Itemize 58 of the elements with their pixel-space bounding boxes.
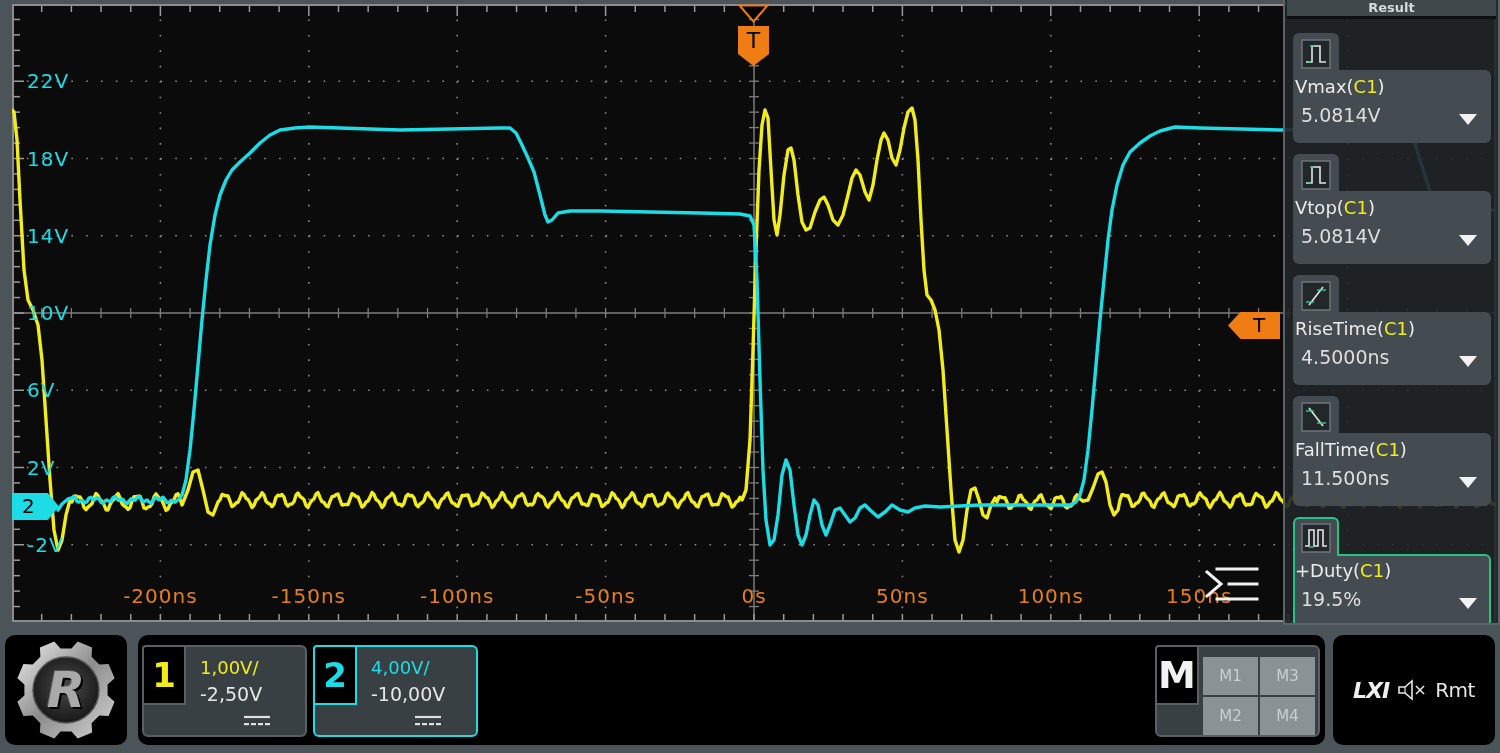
channel-marker: 2 [12, 493, 59, 520]
measurement-name: +Duty(C1) [1295, 559, 1393, 583]
measurement-name: Vmax(C1) [1295, 75, 1386, 99]
measurement-tab[interactable] [1293, 396, 1339, 435]
measurement-tab[interactable] [1293, 517, 1339, 556]
time-label: -200ns [123, 585, 198, 607]
measurement-value: 11.500ns [1301, 466, 1390, 491]
measurement-value: 5.0814V [1301, 224, 1381, 249]
measurement-tab[interactable] [1293, 275, 1339, 314]
falling-edge-icon [1301, 401, 1331, 432]
pulse-icon [1301, 159, 1331, 190]
measurement-value: 4.5000ns [1301, 345, 1390, 370]
measurement-name: FallTime(C1) [1295, 438, 1408, 462]
measurement-tab[interactable] [1293, 33, 1339, 72]
time-label: 50ns [876, 585, 929, 607]
dc-coupling-icon [415, 715, 441, 727]
channel-offset: -10,00V [371, 682, 446, 707]
measurement-card[interactable]: FallTime(C1) 11.500ns [1293, 433, 1491, 506]
time-label: 0s [741, 585, 767, 607]
channel-number: 1 [152, 655, 176, 695]
pulse-train-icon [1301, 522, 1331, 553]
trigger-level-marker: T [1228, 312, 1280, 339]
voltage-label: 18V [27, 147, 70, 170]
measurement-name: Vtop(C1) [1295, 196, 1376, 220]
voltage-label: 22V [27, 70, 70, 93]
trigger-position-marker: T [738, 26, 769, 66]
voltage-label: 14V [27, 224, 70, 247]
channel-card[interactable]: 1 1,00V/ -2,50V [142, 645, 307, 737]
measurement-name: RiseTime(C1) [1295, 317, 1417, 341]
channel-card[interactable]: 2 4,00V/ -10,00V [313, 645, 478, 737]
remote-label: Rmt [1435, 678, 1475, 702]
rising-edge-icon [1301, 280, 1331, 311]
dropdown-caret-icon[interactable] [1459, 476, 1477, 488]
dropdown-caret-icon[interactable] [1459, 597, 1477, 609]
dropdown-caret-icon[interactable] [1459, 113, 1477, 125]
measurement-card[interactable]: +Duty(C1) 19.5% [1293, 554, 1491, 623]
measurement-value: 19.5% [1301, 587, 1362, 612]
measurement-card[interactable]: Vmax(C1) 5.0814V [1293, 70, 1491, 143]
time-label: -100ns [419, 585, 495, 607]
dropdown-caret-icon[interactable] [1459, 355, 1477, 367]
time-label: -50ns [575, 585, 636, 607]
dc-coupling-icon [244, 715, 270, 727]
measurement-tab[interactable] [1293, 154, 1339, 193]
measurement-card[interactable]: Vtop(C1) 5.0814V [1293, 191, 1491, 264]
logo-button[interactable]: R [5, 635, 127, 745]
math-label: M [1158, 654, 1196, 696]
lxi-label: LXI [1353, 677, 1390, 703]
panel-header: Result [1287, 0, 1496, 19]
channel-scale: 4,00V/ [371, 656, 430, 680]
channel-number: 2 [323, 655, 347, 695]
measurement-card[interactable]: RiseTime(C1) 4.5000ns [1293, 312, 1491, 385]
dropdown-caret-icon[interactable] [1459, 234, 1477, 246]
channel-offset: -2,50V [200, 682, 263, 707]
measurement-value: 5.0814V [1301, 103, 1381, 128]
time-label: 100ns [1017, 585, 1084, 607]
time-label: -150ns [271, 585, 347, 607]
pulse-icon [1301, 38, 1331, 69]
channel-scale: 1,00V/ [200, 656, 259, 680]
